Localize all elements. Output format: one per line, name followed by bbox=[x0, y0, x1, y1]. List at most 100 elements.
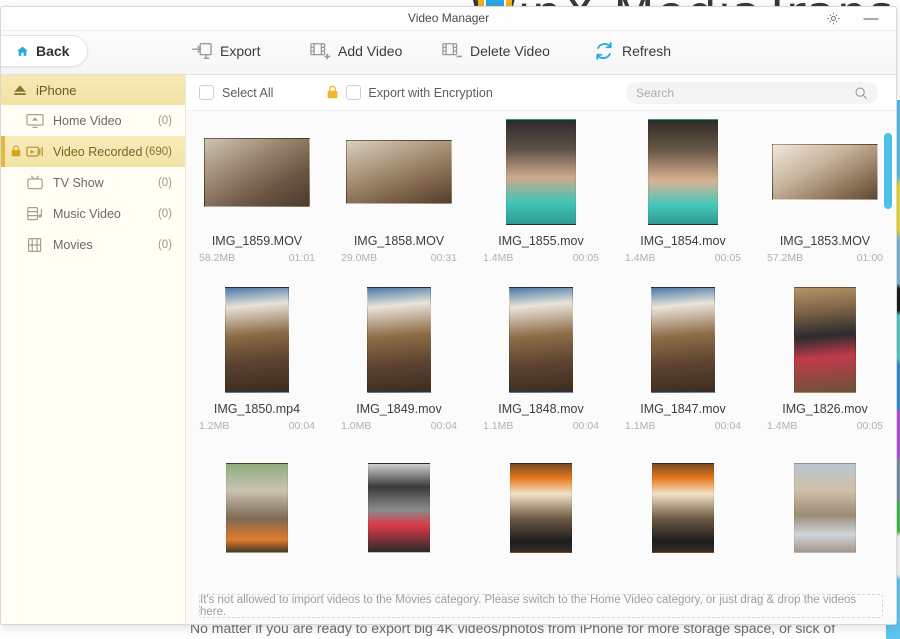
main-toolbar: ← Back Export Add Video bbox=[1, 31, 896, 75]
video-size: 1.0MB bbox=[341, 420, 371, 432]
sidebar-device-label: iPhone bbox=[36, 83, 76, 98]
video-item[interactable] bbox=[186, 455, 328, 594]
video-thumbnail-box[interactable] bbox=[476, 455, 606, 561]
action-bar: Select All Export with Encryption bbox=[186, 75, 896, 111]
video-filename: IMG_1848.mov bbox=[498, 402, 583, 416]
video-thumbnail-box[interactable] bbox=[476, 287, 606, 393]
search-input[interactable] bbox=[636, 86, 854, 100]
video-meta: 1.0MB00:04 bbox=[341, 420, 457, 432]
video-meta: 1.1MB00:04 bbox=[625, 420, 741, 432]
video-item[interactable]: IMG_1853.MOV57.2MB01:00 bbox=[754, 119, 896, 287]
sidebar-device-iphone[interactable]: iPhone bbox=[1, 75, 185, 105]
video-thumbnail[interactable] bbox=[794, 463, 856, 553]
video-thumbnail-box[interactable] bbox=[618, 119, 748, 225]
video-thumbnail[interactable] bbox=[506, 119, 576, 225]
video-item[interactable]: IMG_1859.MOV58.2MB01:01 bbox=[186, 119, 328, 287]
grid-scrollbar-track[interactable] bbox=[886, 111, 894, 594]
movies-icon bbox=[25, 237, 45, 253]
video-item[interactable] bbox=[470, 455, 612, 594]
export-with-encryption-checkbox[interactable]: Export with Encryption bbox=[326, 85, 492, 100]
video-thumbnail[interactable] bbox=[772, 144, 878, 200]
video-thumbnail[interactable] bbox=[794, 287, 856, 393]
video-thumbnail-box[interactable] bbox=[618, 455, 748, 561]
home-video-icon bbox=[25, 113, 45, 129]
video-thumbnail-box[interactable] bbox=[192, 119, 322, 225]
delete-video-button[interactable]: Delete Video bbox=[441, 41, 550, 61]
sidebar-item-tv-show[interactable]: TV Show (0) bbox=[1, 167, 185, 198]
video-thumbnail-box[interactable] bbox=[760, 119, 890, 225]
select-all-box[interactable] bbox=[199, 85, 214, 100]
video-duration: 01:01 bbox=[289, 252, 315, 264]
video-item[interactable]: IMG_1855.mov1.4MB00:05 bbox=[470, 119, 612, 287]
video-thumbnail[interactable] bbox=[652, 463, 714, 553]
sidebar-item-video-recorded[interactable]: Video Recorded (690) bbox=[1, 136, 185, 167]
sidebar-label: Home Video bbox=[53, 114, 122, 128]
import-notice: It's not allowed to import videos to the… bbox=[199, 594, 883, 618]
sidebar-count: (690) bbox=[145, 146, 172, 158]
video-thumbnail[interactable] bbox=[225, 287, 289, 393]
video-thumbnail[interactable] bbox=[648, 119, 718, 225]
video-thumbnail-box[interactable] bbox=[334, 119, 464, 225]
video-item[interactable]: IMG_1854.mov1.4MB00:05 bbox=[612, 119, 754, 287]
video-thumbnail[interactable] bbox=[368, 463, 430, 553]
video-meta: 58.2MB01:01 bbox=[199, 252, 315, 264]
video-item[interactable]: IMG_1848.mov 1.1MB00:04 bbox=[470, 287, 612, 455]
video-item[interactable]: IMG_1826.mov1.4MB00:05 bbox=[754, 287, 896, 455]
video-thumbnail[interactable] bbox=[226, 463, 288, 553]
grid-scrollbar-thumb[interactable] bbox=[884, 133, 892, 209]
video-thumbnail[interactable] bbox=[367, 287, 431, 393]
video-thumbnail[interactable] bbox=[204, 138, 310, 207]
video-thumbnail-box[interactable] bbox=[192, 455, 322, 561]
back-button[interactable]: Back bbox=[0, 35, 88, 67]
video-thumbnail[interactable] bbox=[509, 287, 573, 393]
video-thumbnail[interactable] bbox=[651, 287, 715, 393]
sidebar-item-home-video[interactable]: Home Video (0) bbox=[1, 105, 185, 136]
video-thumbnail-box[interactable] bbox=[760, 287, 890, 393]
video-filename: IMG_1826.mov bbox=[782, 402, 867, 416]
lock-icon bbox=[326, 85, 339, 100]
sidebar-item-music-video[interactable]: Music Video (0) bbox=[1, 198, 185, 229]
video-thumbnail[interactable] bbox=[346, 140, 452, 204]
video-manager-window: Video Manager — ← Back Export bbox=[0, 6, 897, 625]
video-item[interactable] bbox=[612, 455, 754, 594]
video-item[interactable] bbox=[328, 455, 470, 594]
video-thumbnail-box[interactable] bbox=[760, 455, 890, 561]
search-box[interactable] bbox=[626, 82, 878, 104]
video-item[interactable] bbox=[754, 455, 896, 594]
add-video-button[interactable]: Add Video bbox=[309, 41, 402, 61]
video-item[interactable]: IMG_1849.mov1.0MB00:04 bbox=[328, 287, 470, 455]
video-grid-row: IMG_1850.mp41.2MB00:04IMG_1849.mov1.0MB0… bbox=[186, 287, 896, 455]
video-thumbnail[interactable] bbox=[510, 463, 572, 553]
video-thumbnail-box[interactable] bbox=[476, 119, 606, 225]
minimize-icon[interactable]: — bbox=[854, 7, 888, 30]
video-item[interactable]: IMG_1858.MOV29.0MB00:31 bbox=[328, 119, 470, 287]
video-grid[interactable]: IMG_1859.MOV58.2MB01:01IMG_1858.MOV29.0M… bbox=[186, 111, 896, 594]
sidebar-label: Music Video bbox=[53, 207, 121, 221]
encryption-label: Export with Encryption bbox=[368, 86, 492, 100]
export-icon bbox=[191, 41, 213, 61]
video-item[interactable]: IMG_1847.mov 1.1MB00:04 bbox=[612, 287, 754, 455]
video-filename: IMG_1847.mov bbox=[640, 402, 725, 416]
video-filename: IMG_1858.MOV bbox=[354, 234, 444, 248]
gear-icon[interactable] bbox=[816, 7, 850, 30]
video-thumbnail-box[interactable] bbox=[618, 287, 748, 393]
video-thumbnail-box[interactable] bbox=[192, 287, 322, 393]
window-body: iPhone Home Video (0) bbox=[1, 75, 896, 625]
video-duration: 01:00 bbox=[857, 252, 883, 264]
sidebar-label: TV Show bbox=[53, 176, 104, 190]
search-icon[interactable] bbox=[854, 86, 868, 100]
encryption-box[interactable] bbox=[346, 85, 361, 100]
refresh-button[interactable]: Refresh bbox=[593, 41, 671, 61]
sidebar-count: (0) bbox=[158, 115, 172, 127]
video-size: 1.1MB bbox=[625, 420, 655, 432]
select-all-checkbox[interactable]: Select All bbox=[199, 85, 273, 100]
video-meta: 1.1MB00:04 bbox=[483, 420, 599, 432]
export-button[interactable]: Export bbox=[191, 41, 260, 61]
video-thumbnail-box[interactable] bbox=[334, 287, 464, 393]
sidebar-item-movies[interactable]: Movies (0) bbox=[1, 229, 185, 260]
storage-ring bbox=[5, 624, 66, 625]
video-item[interactable]: IMG_1850.mp41.2MB00:04 bbox=[186, 287, 328, 455]
sidebar: iPhone Home Video (0) bbox=[1, 75, 186, 625]
sidebar-label: Video Recorded bbox=[53, 145, 142, 159]
video-thumbnail-box[interactable] bbox=[334, 455, 464, 561]
